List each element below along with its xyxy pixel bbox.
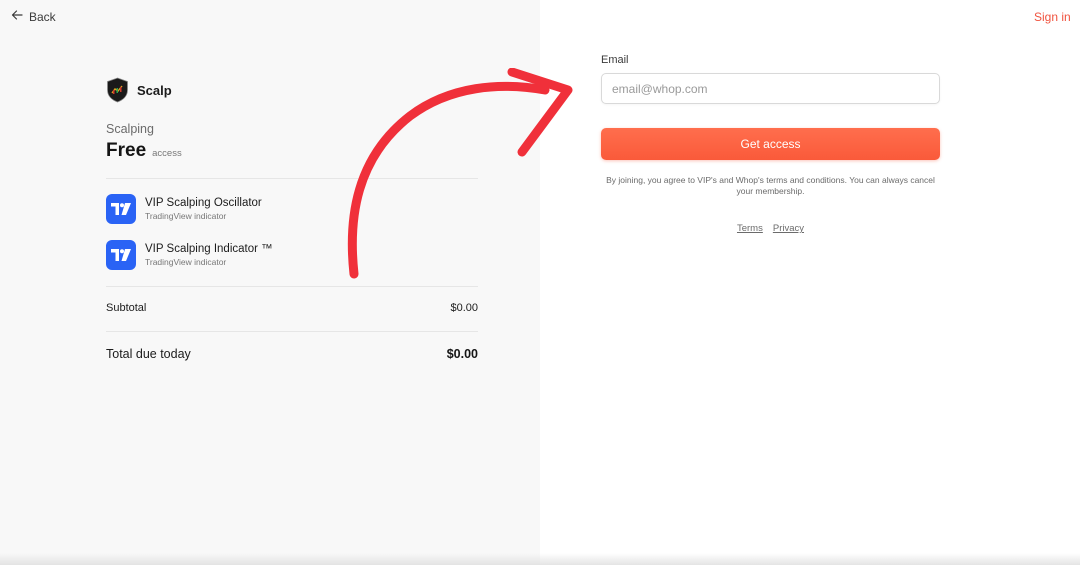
back-label: Back — [29, 9, 56, 24]
email-label: Email — [601, 54, 629, 66]
product-title: VIP Scalping Oscillator — [145, 197, 262, 209]
get-access-button[interactable]: Get access — [601, 128, 940, 160]
bottom-edge — [0, 553, 1080, 565]
total-row: Total due today $0.00 — [106, 347, 478, 361]
brand: Scalp — [106, 77, 172, 103]
product-item: VIP Scalping Oscillator TradingView indi… — [106, 194, 262, 224]
arrow-left-icon — [11, 9, 23, 24]
product-title: VIP Scalping Indicator ™ — [145, 243, 273, 255]
brand-name: Scalp — [137, 82, 172, 98]
back-link[interactable]: Back — [11, 9, 56, 24]
terms-link[interactable]: Terms — [737, 223, 763, 234]
annotation-arrow — [347, 68, 573, 279]
product-subtitle: TradingView indicator — [145, 257, 227, 267]
subtotal-label: Subtotal — [106, 302, 147, 314]
subtotal-row: Subtotal $0.00 — [106, 302, 478, 314]
email-field[interactable] — [601, 73, 940, 104]
product-subtitle: TradingView indicator — [145, 211, 227, 221]
divider — [106, 331, 478, 332]
sign-in-link[interactable]: Sign in — [1034, 10, 1071, 24]
shield-chart-icon — [106, 77, 129, 103]
price-row: Free access — [106, 140, 182, 162]
plan-name: Scalping — [106, 122, 154, 136]
tradingview-icon — [106, 240, 136, 270]
privacy-link[interactable]: Privacy — [773, 223, 804, 234]
product-item: VIP Scalping Indicator ™ TradingView ind… — [106, 240, 273, 270]
divider — [106, 286, 478, 287]
footer-links: Terms Privacy — [601, 223, 940, 234]
terms-notice: By joining, you agree to VIP's and Whop'… — [606, 175, 935, 196]
tradingview-icon — [106, 194, 136, 224]
subtotal-value: $0.00 — [450, 302, 478, 314]
total-label: Total due today — [106, 347, 191, 361]
plan-price: Free — [106, 140, 147, 161]
total-value: $0.00 — [446, 347, 478, 361]
plan-price-suffix: access — [152, 148, 182, 159]
